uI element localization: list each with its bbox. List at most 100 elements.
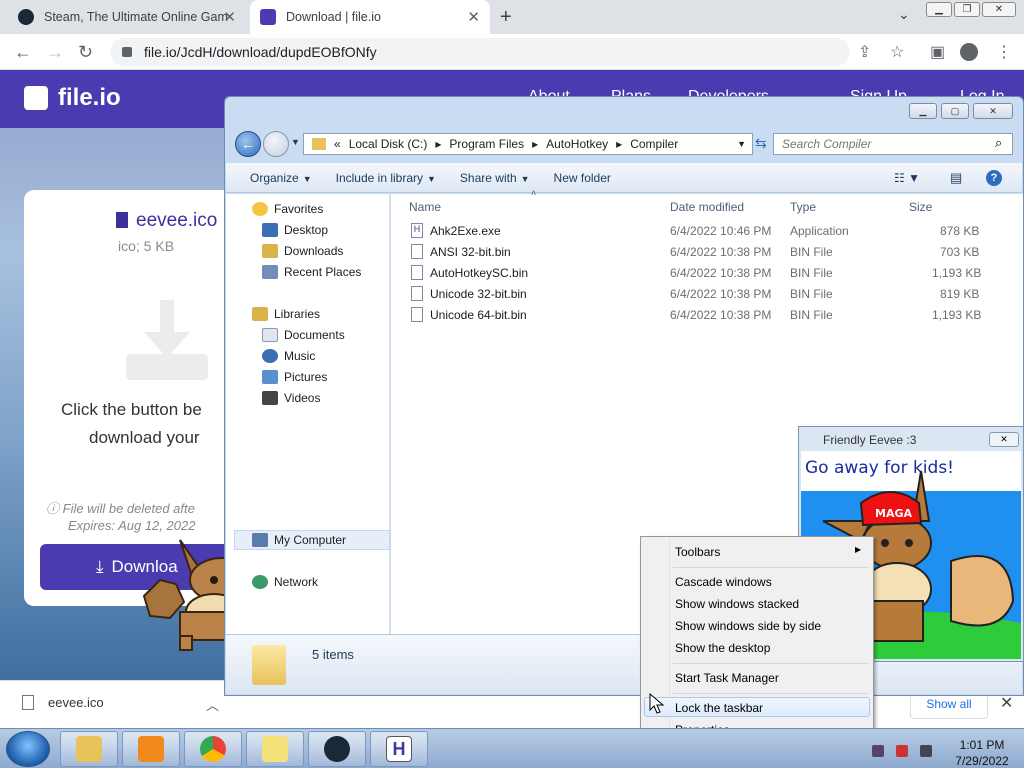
start-button[interactable]: [6, 731, 50, 767]
expires-text: Expires: Aug 12, 2022: [68, 518, 196, 533]
steam-icon: [324, 736, 350, 762]
chevron-down-icon[interactable]: ⌄: [898, 6, 910, 23]
close-window-button[interactable]: ✕: [982, 2, 1016, 17]
taskbar-autohotkey[interactable]: H: [370, 731, 428, 767]
chevron-down-icon[interactable]: ▼: [737, 139, 746, 149]
deletion-notice: ⓘ File will be deleted afte: [46, 501, 195, 516]
close-icon[interactable]: ✕: [1000, 693, 1013, 713]
column-header-size[interactable]: Size: [909, 200, 932, 214]
side-panel-icon[interactable]: ▣: [930, 42, 945, 62]
nav-videos[interactable]: Videos: [262, 391, 320, 405]
taskbar-sticky-notes[interactable]: [246, 731, 304, 767]
nav-desktop[interactable]: Desktop: [262, 223, 328, 237]
search-icon: ⌕: [995, 135, 1003, 150]
share-with-button[interactable]: Share with ▼: [460, 171, 530, 185]
refresh-icon[interactable]: ⇆: [755, 135, 767, 152]
breadcrumb-autohotkey[interactable]: AutoHotkey: [546, 137, 608, 151]
minimize-button[interactable]: ▁: [926, 2, 952, 17]
chevron-up-icon[interactable]: ︿: [206, 695, 219, 714]
download-icon: [126, 300, 208, 380]
fileio-icon: [260, 9, 276, 25]
table-row[interactable]: Unicode 64-bit.bin 6/4/2022 10:38 PM BIN…: [391, 305, 1023, 325]
volume-icon[interactable]: [920, 745, 932, 757]
network-tray-icon[interactable]: [872, 745, 884, 757]
reload-icon[interactable]: ↻: [78, 42, 93, 63]
breadcrumb-local-disk[interactable]: Local Disk (C:): [349, 137, 428, 151]
new-tab-icon[interactable]: +: [500, 6, 512, 29]
downloads-folder-icon: [262, 244, 278, 258]
nav-pictures[interactable]: Pictures: [262, 370, 327, 384]
bookmark-star-icon[interactable]: ☆: [890, 42, 904, 62]
action-center-icon[interactable]: [896, 745, 908, 757]
view-options-icon[interactable]: ☷ ▼: [894, 171, 920, 185]
menu-kebab-icon[interactable]: ⋮: [996, 42, 1012, 62]
help-icon[interactable]: ?: [986, 169, 1002, 186]
breadcrumb-program-files[interactable]: Program Files: [449, 137, 524, 151]
tab-fileio[interactable]: Download | file.io ✕: [250, 0, 490, 34]
menu-item-stacked[interactable]: Show windows stacked: [675, 597, 799, 611]
close-window-button[interactable]: ✕: [989, 432, 1019, 447]
nav-downloads[interactable]: Downloads: [262, 244, 343, 258]
nav-network[interactable]: Network: [252, 575, 318, 589]
profile-avatar[interactable]: [960, 43, 978, 61]
recent-pages-chevron-icon[interactable]: ▼: [291, 137, 300, 147]
menu-item-side-by-side[interactable]: Show windows side by side: [675, 619, 821, 633]
column-header-type[interactable]: Type: [790, 200, 816, 214]
nav-libraries[interactable]: Libraries: [252, 307, 320, 321]
nav-documents[interactable]: Documents: [262, 328, 345, 342]
chrome-icon: [200, 736, 226, 762]
preview-pane-icon[interactable]: ▤: [950, 170, 962, 186]
maximize-button[interactable]: ▢: [941, 103, 969, 119]
taskbar-chrome[interactable]: [184, 731, 242, 767]
menu-item-lock-taskbar[interactable]: Lock the taskbar: [675, 701, 763, 715]
column-header-name[interactable]: Name: [409, 200, 441, 214]
restore-button[interactable]: ❐: [954, 2, 980, 17]
table-row[interactable]: Unicode 32-bit.bin 6/4/2022 10:38 PM BIN…: [391, 284, 1023, 304]
back-icon[interactable]: ←: [235, 131, 261, 157]
clock-date[interactable]: 7/29/2022: [952, 754, 1012, 768]
nav-recent-places[interactable]: Recent Places: [262, 265, 361, 279]
fileio-logo[interactable]: file.io: [24, 84, 121, 112]
hat-text: MAGA: [875, 507, 912, 520]
forward-icon[interactable]: [263, 131, 289, 157]
file-icon: [22, 695, 34, 710]
menu-item-toolbars[interactable]: Toolbars: [675, 545, 720, 559]
pictures-icon: [262, 370, 278, 384]
download-item[interactable]: eevee.ico: [22, 695, 104, 710]
taskbar-steam[interactable]: [308, 731, 366, 767]
address-bar[interactable]: file.io/JcdH/download/dupdEOBfONfy: [110, 38, 850, 66]
clock-time[interactable]: 1:01 PM: [952, 738, 1012, 752]
organize-button[interactable]: Organize ▼: [250, 171, 312, 185]
taskbar-media-player[interactable]: [122, 731, 180, 767]
tab-steam[interactable]: Steam, The Ultimate Online Gam ✕: [8, 0, 246, 34]
file-icon: [411, 286, 423, 301]
close-window-button[interactable]: ✕: [973, 103, 1013, 119]
new-folder-button[interactable]: New folder: [554, 171, 611, 185]
menu-item-cascade[interactable]: Cascade windows: [675, 575, 772, 589]
documents-icon: [262, 328, 278, 342]
back-icon[interactable]: ←: [14, 42, 32, 63]
close-icon[interactable]: ✕: [467, 8, 480, 26]
menu-item-task-manager[interactable]: Start Task Manager: [675, 671, 779, 685]
nav-my-computer[interactable]: My Computer: [252, 533, 346, 547]
address-breadcrumb[interactable]: « Local Disk (C:) ▸ Program Files ▸ AutoHo…: [303, 133, 753, 155]
share-icon[interactable]: ⇪: [858, 42, 871, 62]
include-in-library-button[interactable]: Include in library ▼: [336, 171, 436, 185]
nav-favorites[interactable]: Favorites: [252, 202, 323, 216]
menu-item-show-desktop[interactable]: Show the desktop: [675, 641, 770, 655]
search-input[interactable]: Search Compiler: [773, 133, 1013, 155]
taskbar-explorer[interactable]: [60, 731, 118, 767]
table-row[interactable]: AutoHotkeySC.bin 6/4/2022 10:38 PM BIN F…: [391, 263, 1023, 283]
nav-music[interactable]: Music: [262, 349, 315, 363]
column-header-date[interactable]: Date modified: [670, 200, 744, 214]
desktop-icon: [262, 223, 278, 237]
taskbar: H 1:01 PM 7/29/2022: [0, 728, 1024, 768]
close-icon[interactable]: ✕: [223, 8, 236, 26]
mouse-cursor-icon: [649, 693, 665, 714]
table-row[interactable]: ANSI 32-bit.bin 6/4/2022 10:38 PM BIN Fi…: [391, 242, 1023, 262]
table-row[interactable]: H Ahk2Exe.exe 6/4/2022 10:46 PM Applicat…: [391, 221, 1023, 241]
minimize-button[interactable]: ▁: [909, 103, 937, 119]
ahk-exe-icon: H: [411, 223, 423, 238]
forward-icon[interactable]: →: [46, 42, 64, 63]
breadcrumb-compiler[interactable]: Compiler: [630, 137, 678, 151]
